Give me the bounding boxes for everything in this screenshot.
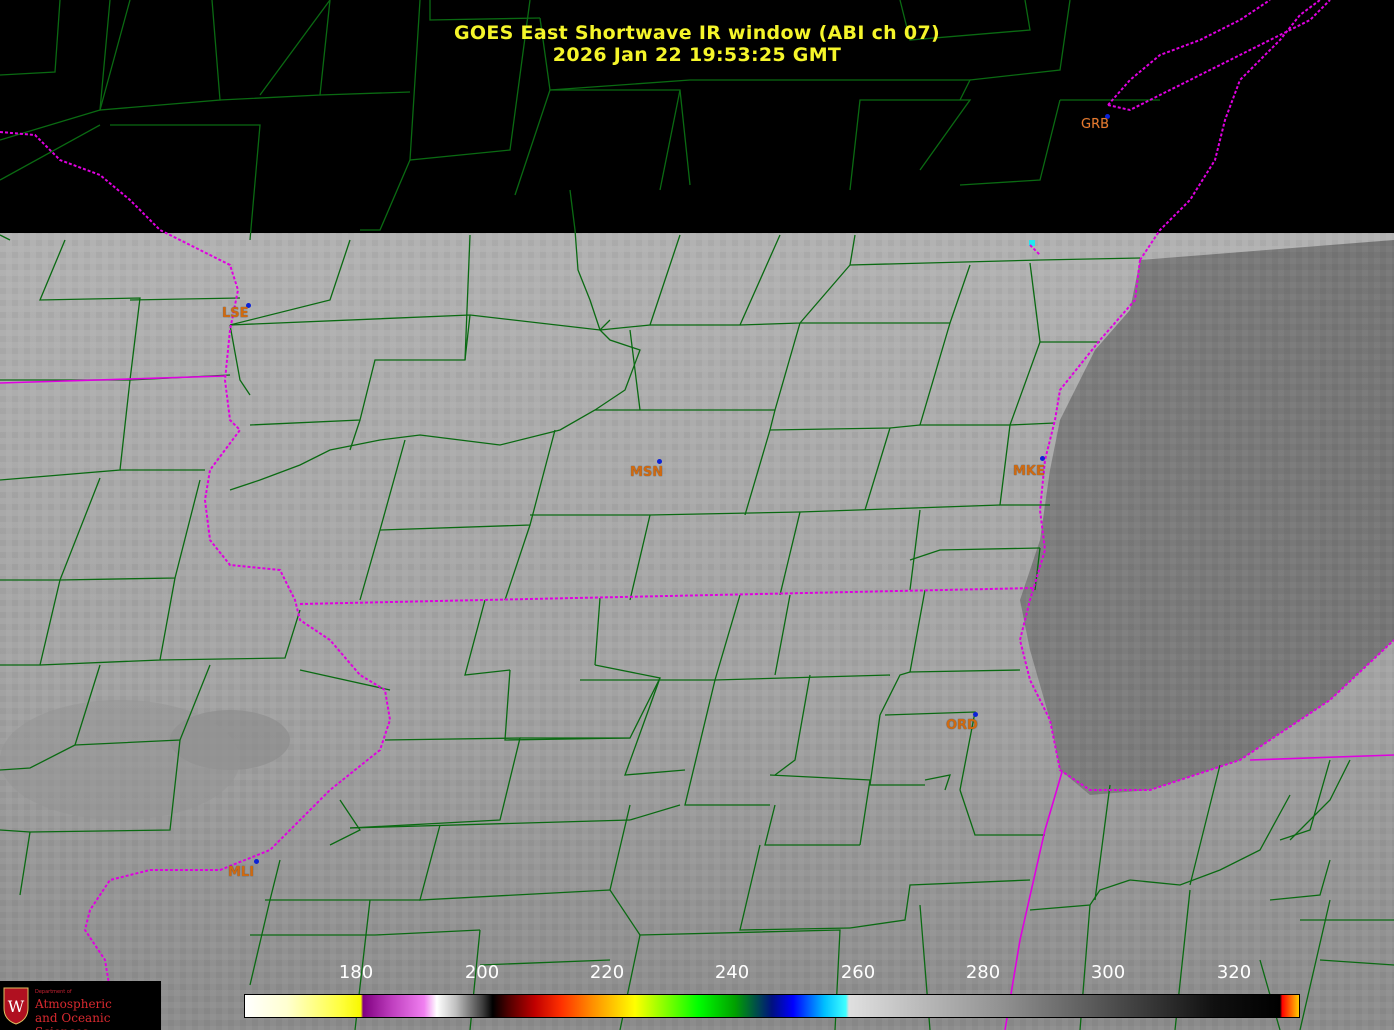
colorbar-tick-180: 180 <box>338 962 374 983</box>
station-label-msn: MSN <box>630 465 664 480</box>
logo-line-2: Atmospheric <box>35 997 112 1011</box>
satellite-imagery-map <box>0 0 1394 1030</box>
station-label-ord: ORD <box>946 718 978 733</box>
station-label-mke: MKE <box>1013 464 1045 479</box>
colorbar-tick-200: 200 <box>464 962 500 983</box>
satellite-map-view: GOES East Shortwave IR window (ABI ch 07… <box>0 0 1394 1030</box>
temperature-colorbar <box>244 994 1300 1018</box>
colorbar-tick-240: 240 <box>714 962 750 983</box>
uw-crest-icon: W <box>3 987 29 1025</box>
map-title: GOES East Shortwave IR window (ABI ch 07… <box>454 22 940 44</box>
station-label-mli: MLI <box>228 865 255 880</box>
logo-line-1: Department of <box>35 989 72 995</box>
station-label-grb: GRB <box>1081 117 1110 132</box>
logo-line-3: and Oceanic Sciences <box>35 1011 111 1030</box>
aos-logo: W Department of Atmospheric and Oceanic … <box>0 981 161 1030</box>
colorbar-tick-260: 260 <box>840 962 876 983</box>
colorbar-tick-300: 300 <box>1090 962 1126 983</box>
map-timestamp: 2026 Jan 22 19:53:25 GMT <box>552 44 842 66</box>
colorbar-tick-280: 280 <box>965 962 1001 983</box>
colorbar-tick-320: 320 <box>1216 962 1252 983</box>
station-label-lse: LSE <box>222 306 249 321</box>
station-dot-msn <box>657 459 662 464</box>
station-dot-mke <box>1040 456 1045 461</box>
station-dot-ord <box>973 712 978 717</box>
colorbar-tick-220: 220 <box>589 962 625 983</box>
svg-text:W: W <box>8 997 25 1016</box>
station-dot-mli <box>254 859 259 864</box>
